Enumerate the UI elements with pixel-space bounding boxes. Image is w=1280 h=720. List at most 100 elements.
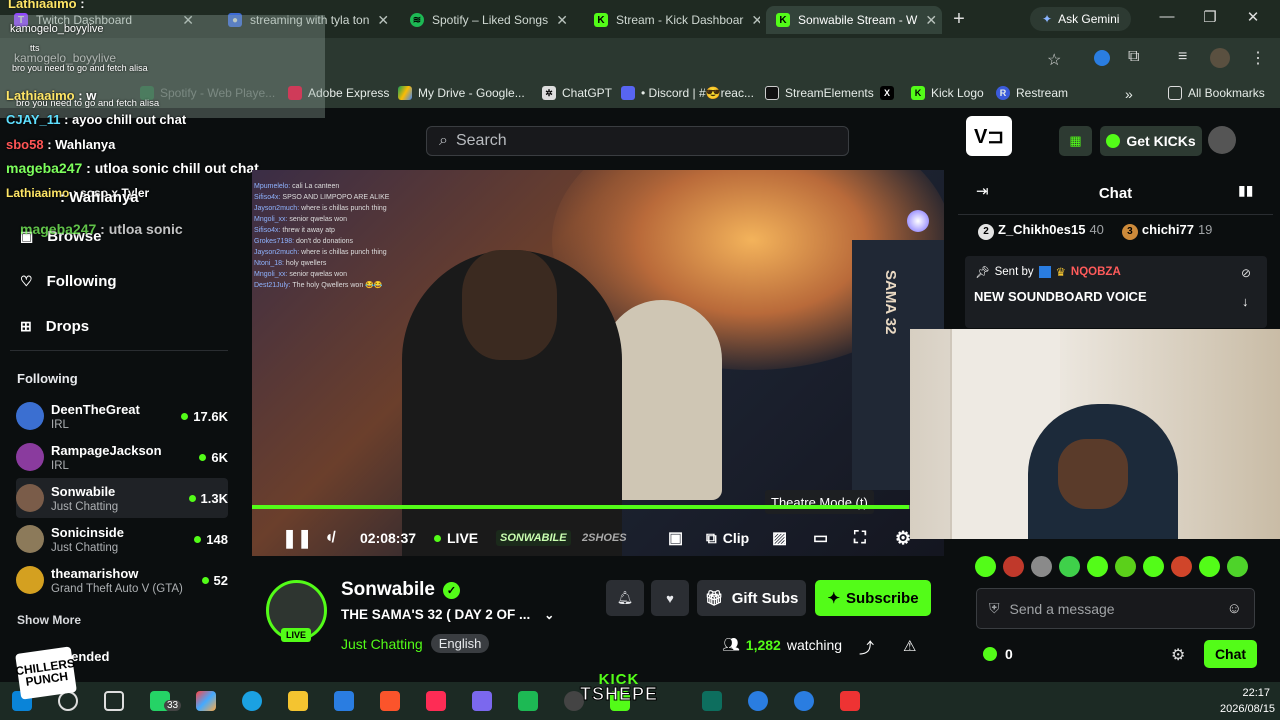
search-input[interactable]: ⌕ Search (426, 126, 849, 156)
video-progress-bar[interactable] (252, 505, 944, 509)
report-icon[interactable]: ⚠ (903, 637, 916, 655)
brave-icon[interactable] (380, 691, 400, 711)
edge-icon[interactable] (242, 691, 262, 711)
tab-spotify[interactable]: ≋ Spotify – Liked Songs ✕ (400, 6, 578, 34)
emote-icon[interactable] (1171, 556, 1192, 577)
outlook-icon[interactable] (334, 691, 354, 711)
emote-icon[interactable] (1115, 556, 1136, 577)
follow-heart-button[interactable]: ♥ (651, 580, 689, 616)
tiktok-icon[interactable] (426, 691, 446, 711)
maps-icon[interactable] (840, 691, 860, 711)
chat-stats-icon[interactable]: ▮▮ (1238, 182, 1253, 199)
extension-icon[interactable] (1094, 50, 1110, 66)
chat-send-button[interactable]: Chat (1204, 640, 1257, 668)
emote-icon[interactable] (1143, 556, 1164, 577)
emote-icon[interactable] (1059, 556, 1080, 577)
system-clock[interactable]: 22:17 2026/08/15 (1220, 685, 1275, 717)
menu-icon[interactable]: ⋮ (1250, 48, 1266, 68)
app-icon[interactable] (702, 691, 722, 711)
emote-icon[interactable] (1227, 556, 1248, 577)
app-icon[interactable] (472, 691, 492, 711)
miniplayer-icon[interactable]: ▣ (668, 528, 683, 548)
bookmark-star-icon[interactable]: ☆ (1047, 50, 1061, 70)
gifter-item[interactable]: 2 Z_Chikh0es15 40 (978, 222, 1104, 240)
followed-channel[interactable]: theamarishow Grand Theft Auto V (GTA) 52 (16, 560, 228, 600)
gifter-rank: 2 (978, 223, 994, 240)
kicks-coin-icon (983, 647, 997, 661)
chat-settings-gear-icon[interactable]: ⚙ (1171, 645, 1185, 665)
app-icon[interactable] (794, 691, 814, 711)
window-close-button[interactable]: ✕ (1238, 8, 1268, 26)
all-bookmarks-button[interactable]: All Bookmarks (1168, 86, 1265, 100)
theatre-mode-icon[interactable]: ▭ (813, 528, 828, 548)
emote-icon[interactable] (1031, 556, 1052, 577)
share-icon[interactable]: ⤴ (859, 637, 874, 658)
close-icon[interactable]: ✕ (751, 12, 760, 29)
pinned-by-user[interactable]: NQOBZA (1071, 266, 1121, 278)
clip-button[interactable]: ⧉ Clip (706, 530, 749, 547)
app-icon[interactable] (518, 691, 538, 711)
streamer-name[interactable]: Sonwabile (341, 579, 435, 601)
chat-message-input[interactable]: ⛨ Send a message ☺ (976, 588, 1255, 629)
emote-icon[interactable] (1087, 556, 1108, 577)
language-tag[interactable]: English (430, 634, 490, 653)
volume-muted-icon[interactable]: ◖̸ (324, 529, 334, 547)
expand-down-icon[interactable]: ↓ (1242, 294, 1249, 309)
emote-icon[interactable] (975, 556, 996, 577)
file-explorer-icon[interactable] (288, 691, 308, 711)
settings-gear-icon[interactable]: ⚙ (895, 528, 911, 549)
bookmark-google-drive[interactable]: My Drive - Google... (398, 86, 525, 100)
minimize-button[interactable]: — (1152, 8, 1182, 25)
copilot-icon[interactable] (196, 691, 216, 711)
show-more-link[interactable]: Show More (17, 613, 81, 627)
image-icon[interactable]: ▨ (772, 528, 787, 548)
fullscreen-icon[interactable]: ⛶ (854, 528, 866, 548)
unpin-icon[interactable]: ⊘ (1241, 266, 1251, 280)
close-icon[interactable]: ✕ (556, 12, 568, 29)
followed-channel[interactable]: RampageJackson IRL 6K (16, 437, 228, 477)
kicks-balance[interactable]: 0 (983, 646, 1013, 662)
tab-kick-dashboard[interactable]: K Stream - Kick Dashboar ✕ (584, 6, 760, 34)
app-icon[interactable] (748, 691, 768, 711)
subscribe-button[interactable]: ✦ Subscribe (815, 580, 931, 616)
overlay-chat-user: CJAY_11 (6, 112, 61, 127)
bookmark-discord[interactable]: • Discord | #😎reac... (621, 86, 754, 100)
new-tab-button[interactable]: + (944, 8, 974, 31)
task-view-icon[interactable] (104, 691, 124, 711)
kick-store-button[interactable]: ▦ (1059, 126, 1092, 156)
close-icon[interactable]: ✕ (377, 12, 389, 29)
followed-channel-active[interactable]: Sonwabile Just Chatting 1.3K (16, 478, 228, 518)
live-label: LIVE (447, 530, 479, 546)
chat-input-placeholder: Send a message (1009, 600, 1115, 617)
emote-icon[interactable] (1003, 556, 1024, 577)
emote-icon[interactable] (1199, 556, 1220, 577)
user-avatar[interactable] (1208, 126, 1236, 154)
bookmark-restream[interactable]: R Restream (996, 86, 1068, 100)
followed-channel[interactable]: DeenTheGreat IRL 17.6K (16, 396, 228, 436)
sidebar-item-drops[interactable]: ⊞ Drops (20, 318, 89, 335)
sidebar-item-following[interactable]: ♡ Following (20, 273, 117, 290)
pinned-by-row: 📌︎ Sent by ♛ NQOBZA (975, 265, 1121, 279)
tab-sonwabile-stream[interactable]: K Sonwabile Stream - W ✕ (766, 6, 942, 34)
emoji-icon[interactable]: ☺ (1227, 600, 1242, 617)
gift-subs-button[interactable]: 🎁︎ Gift Subs (697, 580, 806, 616)
bookmark-kick-logo[interactable]: K Kick Logo (911, 86, 984, 100)
bookmark-streamelements[interactable]: StreamElements (765, 86, 874, 100)
media-icon[interactable]: ≡ (1178, 48, 1187, 66)
category-link[interactable]: Just Chatting (341, 636, 423, 652)
bookmark-x[interactable]: X (880, 86, 894, 100)
close-icon[interactable]: ✕ (925, 12, 937, 29)
get-kicks-button[interactable]: Get KICKs (1100, 126, 1202, 156)
followed-channel[interactable]: Sonicinside Just Chatting 148 (16, 519, 228, 559)
bookmark-chatgpt[interactable]: ✲ ChatGPT (542, 86, 612, 100)
pause-button[interactable]: ❚❚ (282, 528, 312, 549)
in-video-chat-line: Sifiso4x: threw it away atp (254, 227, 335, 234)
more-bookmarks-icon[interactable]: » (1125, 86, 1133, 102)
profile-avatar[interactable] (1210, 48, 1230, 68)
gifter-item[interactable]: 3 chichi77 19 (1121, 222, 1212, 240)
notification-bell-button[interactable]: 🔔︎ (606, 580, 644, 616)
stream-title-row[interactable]: THE SAMA'S 32 ( DAY 2 OF ... ⌄ (341, 607, 554, 622)
extensions-icon[interactable]: ⧉ (1128, 48, 1139, 66)
restore-button[interactable]: ❐ (1195, 8, 1225, 26)
ask-gemini-button[interactable]: ✦ Ask Gemini (1030, 7, 1132, 31)
